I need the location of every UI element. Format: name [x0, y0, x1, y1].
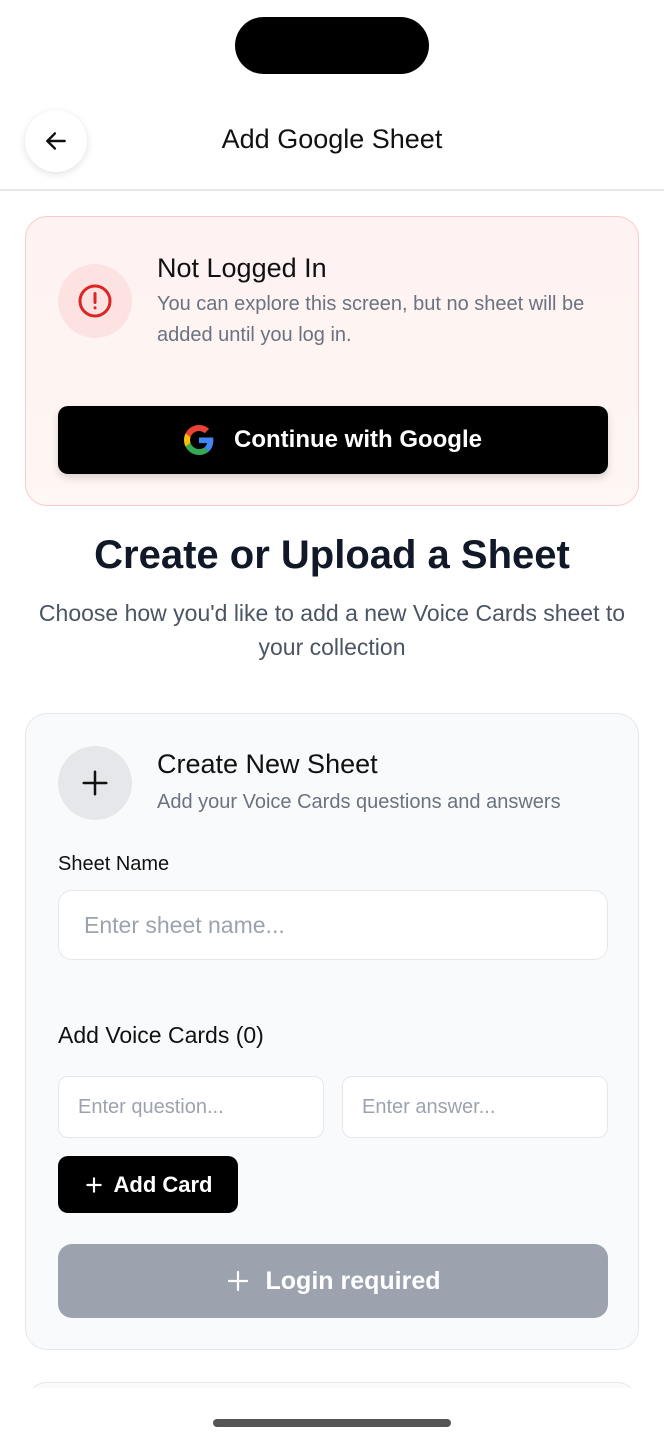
plus-icon — [85, 1176, 102, 1193]
top-bar: Add Google Sheet — [0, 96, 664, 191]
create-new-sheet-card: Create New Sheet Add your Voice Cards qu… — [25, 713, 639, 1350]
section-subtitle: Choose how you'd like to add a new Voice… — [38, 600, 626, 660]
google-logo-icon — [184, 425, 214, 455]
question-input[interactable] — [58, 1076, 324, 1138]
plus-icon — [82, 770, 108, 796]
home-indicator[interactable] — [213, 1419, 451, 1427]
alert-icon-container — [58, 264, 132, 338]
bottom-bar-background — [0, 1388, 664, 1440]
login-required-label: Login required — [265, 1266, 441, 1295]
sheet-name-input[interactable] — [58, 890, 608, 960]
alert-message: You can explore this screen, but no shee… — [157, 293, 585, 346]
google-button-label: Continue with Google — [234, 426, 482, 453]
create-sheet-icon-container — [58, 746, 132, 820]
alert-circle-icon — [78, 284, 112, 318]
continue-with-google-button[interactable]: Continue with Google — [58, 406, 608, 474]
voice-cards-label: Add Voice Cards (0) — [58, 1022, 264, 1048]
add-card-button[interactable]: Add Card — [58, 1156, 238, 1213]
page-title: Add Google Sheet — [221, 124, 443, 154]
login-required-button[interactable]: Login required — [58, 1244, 608, 1318]
sheet-name-label: Sheet Name — [58, 853, 170, 875]
alert-title: Not Logged In — [157, 253, 327, 283]
plus-icon — [227, 1270, 248, 1292]
section-title: Create or Upload a Sheet — [94, 533, 570, 577]
card-subtitle: Add your Voice Cards questions and answe… — [157, 791, 561, 813]
card-title: Create New Sheet — [157, 749, 378, 779]
answer-input[interactable] — [342, 1076, 608, 1138]
add-card-label: Add Card — [113, 1171, 213, 1197]
dynamic-island — [235, 17, 429, 74]
not-logged-in-alert: Not Logged In You can explore this scree… — [25, 216, 639, 506]
